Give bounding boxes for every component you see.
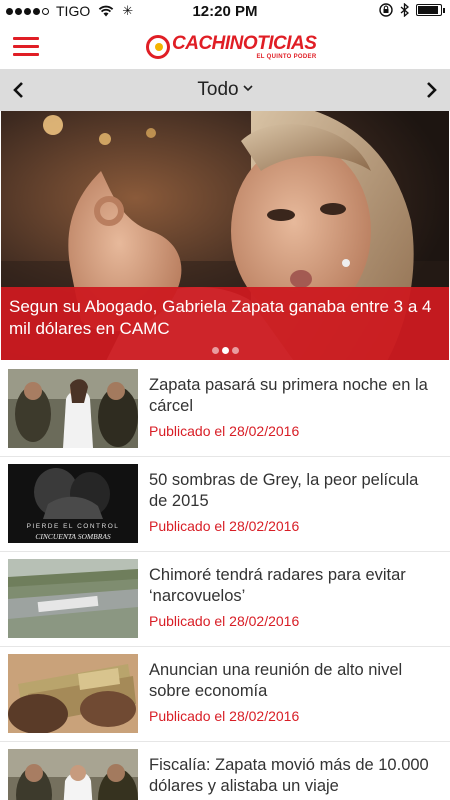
category-dropdown-label: Todo	[197, 79, 239, 100]
news-title: Anuncian una reunión de alto nivel sobre…	[149, 661, 403, 700]
orientation-lock-icon	[379, 3, 393, 17]
app-logo[interactable]: CACHINOTICIAS EL QUINTO PODER	[146, 30, 317, 64]
next-category-button[interactable]	[420, 77, 444, 103]
app-header: CACHINOTICIAS EL QUINTO PODER	[0, 22, 450, 69]
news-thumbnail: PIERDE EL CONTROL CINCUENTA SOMBRAS	[8, 464, 138, 543]
category-dropdown[interactable]: Todo	[0, 79, 450, 101]
news-list-item[interactable]: Zapata pasará su primera noche en la cár…	[0, 362, 450, 457]
slider-pager[interactable]	[1, 347, 449, 354]
slider-pager-dot[interactable]	[211, 347, 219, 354]
menu-icon[interactable]	[13, 37, 39, 57]
featured-story-title: Segun su Abogado, Gabriela Zapata ganaba…	[9, 297, 432, 338]
battery-icon	[416, 4, 445, 16]
news-thumbnail	[8, 369, 138, 448]
logo-tagline: EL QUINTO PODER	[256, 54, 317, 60]
svg-text:PIERDE EL CONTROL: PIERDE EL CONTROL	[27, 523, 120, 530]
status-bar: TIGO ✳ 12:20 PM	[0, 0, 450, 22]
news-list-item[interactable]: Fiscalía: Zapata movió más de 10.000 dól…	[0, 742, 450, 800]
news-list: Zapata pasará su primera noche en la cár…	[0, 362, 450, 800]
news-list-item[interactable]: Anuncian una reunión de alto nivel sobre…	[0, 647, 450, 742]
featured-story-caption: Segun su Abogado, Gabriela Zapata ganaba…	[1, 287, 449, 360]
svg-text:CINCUENTA SOMBRAS: CINCUENTA SOMBRAS	[35, 532, 111, 541]
status-right	[379, 3, 445, 17]
news-thumbnail	[8, 654, 138, 733]
slider-pager-dot[interactable]	[231, 347, 239, 354]
news-date: Publicado el 28/02/2016	[149, 613, 300, 629]
news-title: Fiscalía: Zapata movió más de 10.000 dól…	[149, 756, 429, 795]
featured-story-slider[interactable]: Segun su Abogado, Gabriela Zapata ganaba…	[1, 111, 449, 360]
news-date: Publicado el 28/02/2016	[149, 708, 300, 724]
news-thumbnail	[8, 749, 138, 800]
logo-text: CACHINOTICIAS	[172, 33, 317, 54]
news-date: Publicado el 28/02/2016	[149, 423, 300, 439]
category-bar: Todo	[0, 69, 450, 111]
news-thumbnail	[8, 559, 138, 638]
chevron-down-icon	[243, 85, 253, 92]
chevron-right-icon	[427, 82, 437, 98]
slider-pager-dot[interactable]	[221, 347, 229, 354]
news-title: Chimoré tendrá radares para evitar ‘narc…	[149, 566, 406, 605]
news-list-item[interactable]: PIERDE EL CONTROL CINCUENTA SOMBRAS 50 som…	[0, 457, 450, 552]
news-title: Zapata pasará su primera noche en la cár…	[149, 376, 428, 415]
logo-mark-icon	[146, 35, 170, 59]
news-title: 50 sombras de Grey, la peor película de …	[149, 471, 419, 510]
bluetooth-icon	[400, 3, 409, 17]
news-date: Publicado el 28/02/2016	[149, 518, 300, 534]
news-list-item[interactable]: Chimoré tendrá radares para evitar ‘narc…	[0, 552, 450, 647]
